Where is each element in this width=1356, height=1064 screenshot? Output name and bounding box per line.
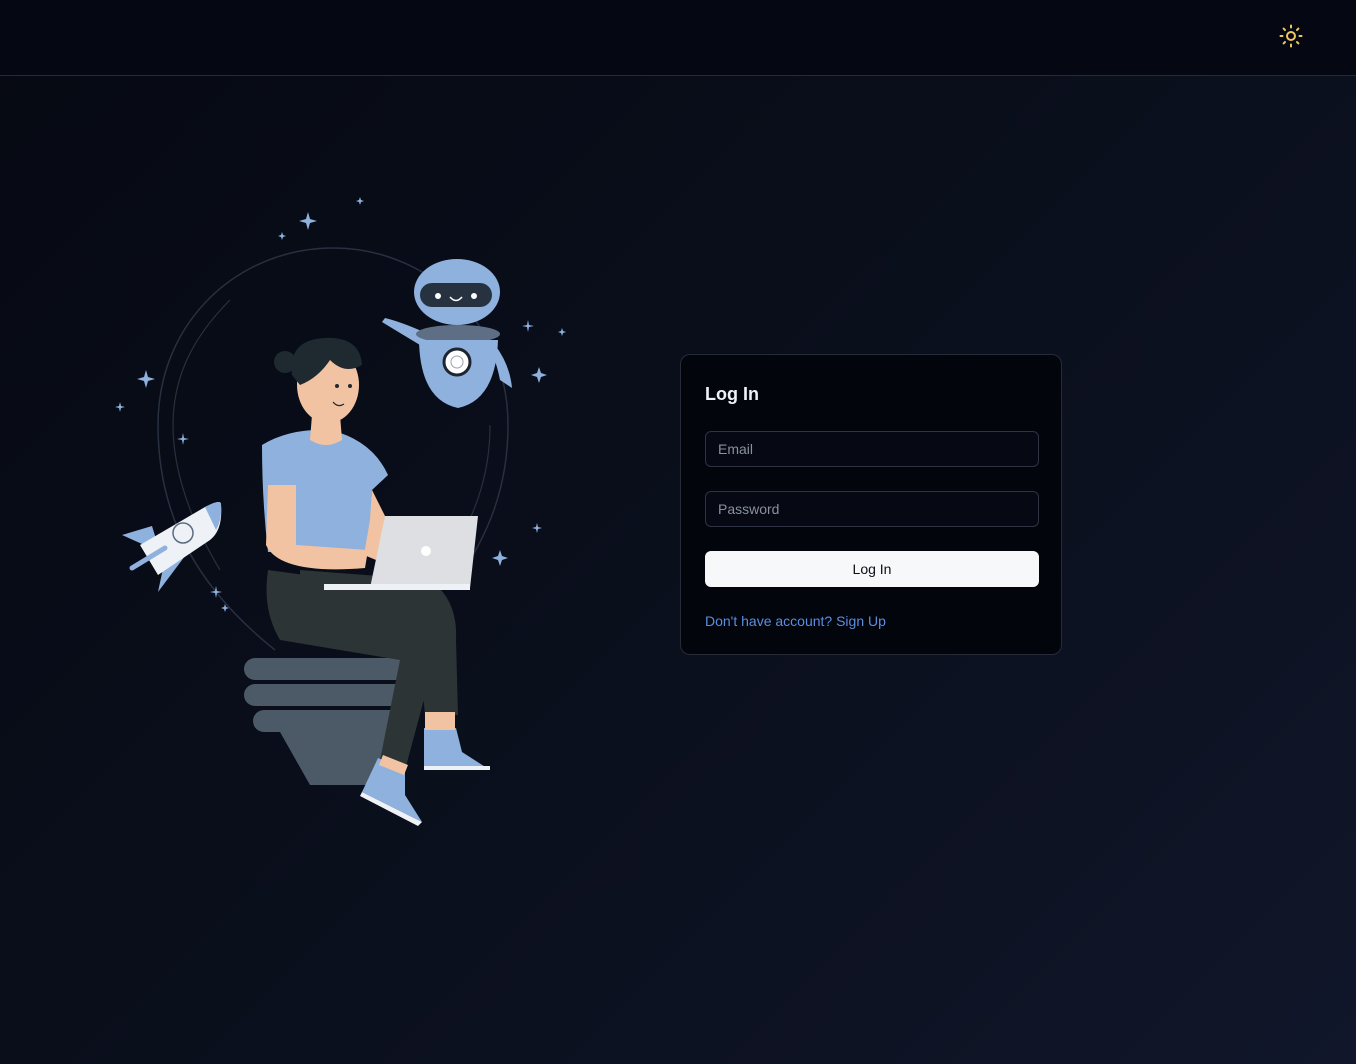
login-title: Log In	[705, 384, 759, 404]
login-button[interactable]: Log In	[705, 551, 1039, 587]
sun-icon	[1279, 24, 1303, 48]
email-field[interactable]	[705, 431, 1039, 467]
signup-link[interactable]: Don't have account? Sign Up	[705, 613, 886, 629]
top-bar	[0, 0, 1356, 76]
login-card: Log In Log In Don't have account? Sign U…	[680, 354, 1062, 655]
theme-toggle-button[interactable]	[1275, 20, 1307, 52]
password-field[interactable]	[705, 491, 1039, 527]
person-with-laptop-illustration	[115, 197, 566, 826]
hero-illustration	[100, 190, 580, 830]
robot-illustration	[382, 259, 512, 408]
